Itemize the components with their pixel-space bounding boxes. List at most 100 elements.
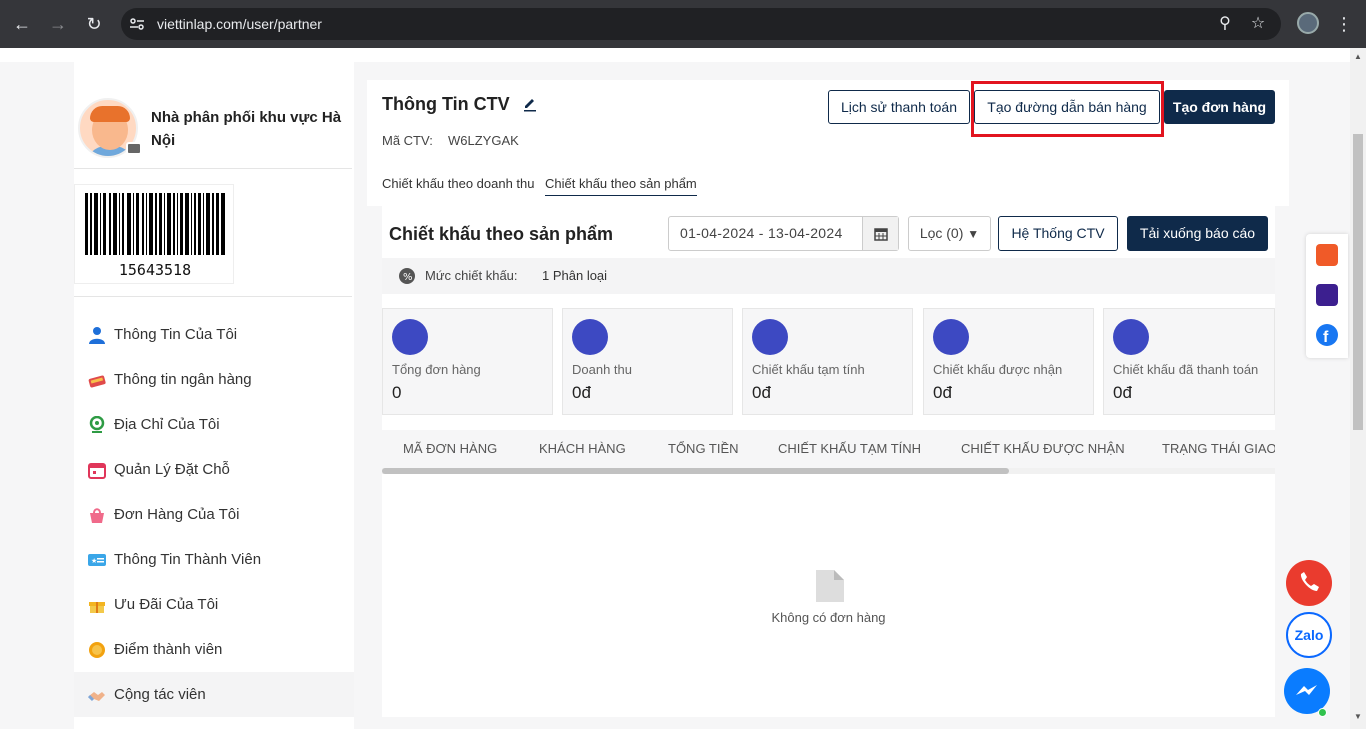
- stat-value: 0: [392, 383, 402, 402]
- member-card-icon: ★: [88, 553, 106, 566]
- phone-icon: [1300, 572, 1319, 591]
- menu-item-my-info[interactable]: Thông Tin Của Tôi: [74, 312, 354, 357]
- edit-pencil-icon[interactable]: [523, 96, 537, 112]
- column-header: TRẠNG THÁI GIAO: [1162, 441, 1275, 456]
- lazada-icon[interactable]: [1316, 284, 1338, 306]
- stat-label: Tổng đơn hàng: [392, 362, 481, 377]
- panel-content: Chiết khấu theo sản phẩm 01-04-2024 - 13…: [382, 206, 1275, 717]
- calendar-icon[interactable]: [862, 217, 898, 250]
- address-bar[interactable]: viettinlap.com/user/partner ⚲ ☆: [121, 8, 1281, 40]
- zalo-button[interactable]: Zalo: [1286, 612, 1332, 658]
- zalo-label: Zalo: [1294, 627, 1324, 643]
- column-header: CHIẾT KHẤU TẠM TÍNH: [778, 441, 922, 456]
- scroll-up-arrow-icon[interactable]: ▲: [1353, 52, 1363, 62]
- stat-total-orders: Tổng đơn hàng 0: [382, 308, 553, 415]
- header-strip: [0, 48, 1350, 62]
- menu-item-label: Thông Tin Thành Viên: [114, 551, 262, 568]
- menu-item-label: Ưu Đãi Của Tôi: [114, 596, 219, 613]
- table-horizontal-scrollbar[interactable]: [382, 468, 1275, 474]
- ctv-code-value: W6LZYGAK: [448, 133, 519, 148]
- menu-item-member-info[interactable]: ★ Thông Tin Thành Viên: [74, 537, 354, 582]
- empty-document-icon: [816, 570, 844, 602]
- back-arrow-icon[interactable]: ←: [10, 12, 34, 36]
- revenue-icon: [572, 319, 608, 355]
- discount-rate-row: % Mức chiết khấu: 1 Phân loại: [382, 258, 1275, 294]
- menu-item-label: Thông tin ngân hàng: [114, 371, 252, 388]
- barcode-card: 15643518: [74, 184, 234, 284]
- profile-avatar[interactable]: [1297, 12, 1319, 34]
- column-header: TỔNG TIỀN: [668, 441, 739, 456]
- tab-revenue-discount[interactable]: Chiết khấu theo doanh thu: [382, 176, 535, 195]
- product-discount-panel: Chiết khấu theo sản phẩm 01-04-2024 - 13…: [367, 206, 1289, 717]
- bookmark-star-icon[interactable]: ☆: [1248, 14, 1268, 34]
- create-order-button[interactable]: Tạo đơn hàng: [1164, 90, 1275, 124]
- discount-rate-value: 1 Phân loại: [542, 268, 608, 283]
- section-title: Chiết khấu theo sản phẩm: [389, 224, 614, 244]
- page-vertical-scrollbar[interactable]: ▲ ▼: [1350, 48, 1366, 729]
- messenger-icon: [1296, 685, 1317, 695]
- menu-item-label: Địa Chỉ Của Tôi: [114, 416, 220, 433]
- box-icon: [392, 319, 428, 355]
- stat-value: 0đ: [933, 383, 952, 402]
- discount-badge-icon: %: [399, 268, 415, 284]
- payment-history-button[interactable]: Lịch sử thanh toán: [828, 90, 970, 124]
- barcode-image: [85, 193, 225, 255]
- menu-item-label: Cộng tác viên: [114, 686, 206, 703]
- divider: [74, 296, 352, 297]
- menu-item-my-orders[interactable]: Đơn Hàng Của Tôi: [74, 492, 354, 537]
- tab-product-discount[interactable]: Chiết khấu theo sản phẩm: [545, 176, 697, 196]
- scroll-down-arrow-icon[interactable]: ▼: [1353, 712, 1363, 722]
- date-range-picker[interactable]: 01-04-2024 - 13-04-2024: [668, 216, 899, 251]
- menu-item-label: Điểm thành viên: [114, 641, 223, 658]
- page: Nhà phân phối khu vực Hà Nội 15643518 Th…: [0, 48, 1350, 729]
- menu-item-label: Đơn Hàng Của Tôi: [114, 506, 240, 523]
- handshake-icon: [88, 691, 105, 701]
- menu-item-my-address[interactable]: Địa Chỉ Của Tôi: [74, 402, 354, 447]
- social-sidebar: f: [1306, 234, 1348, 358]
- coins-stack-icon: [752, 319, 788, 355]
- download-report-button[interactable]: Tải xuống báo cáo: [1127, 216, 1268, 251]
- online-status-dot: [1318, 708, 1327, 717]
- menu-item-reservations[interactable]: Quản Lý Đặt Chỗ: [74, 447, 354, 492]
- cash-icon: [1113, 319, 1149, 355]
- filter-button[interactable]: Lọc (0) ▼: [908, 216, 991, 251]
- stat-revenue: Doanh thu 0đ: [562, 308, 733, 415]
- facebook-icon[interactable]: f: [1316, 324, 1338, 346]
- scrollbar-thumb[interactable]: [1353, 134, 1363, 430]
- page-title: Thông Tin CTV: [382, 94, 510, 114]
- messenger-button[interactable]: [1284, 668, 1330, 717]
- forward-arrow-icon[interactable]: →: [46, 12, 70, 36]
- svg-text:f: f: [1323, 329, 1329, 346]
- reload-icon[interactable]: ↻: [82, 12, 106, 36]
- discount-rate-label: Mức chiết khấu:: [425, 268, 518, 283]
- camera-icon[interactable]: [126, 142, 142, 155]
- scrollbar-thumb[interactable]: [382, 468, 1009, 474]
- ctv-system-button[interactable]: Hệ Thống CTV: [998, 216, 1118, 251]
- stat-paid-discount: Chiết khấu đã thanh toán 0đ: [1103, 308, 1275, 415]
- shopee-icon[interactable]: [1316, 244, 1338, 266]
- filter-label: Lọc (0): [919, 225, 964, 241]
- store-name: Nhà phân phối khu vực Hà Nội: [151, 109, 342, 149]
- menu-item-collaborator[interactable]: Cộng tác viên: [74, 672, 354, 717]
- user-icon: [89, 326, 105, 344]
- sidebar: Nhà phân phối khu vực Hà Nội 15643518 Th…: [74, 62, 354, 729]
- partner-info-card: Thông Tin CTV Mã CTV: W6LZYGAK Lịch sử t…: [367, 80, 1289, 717]
- calendar-icon: [88, 462, 106, 479]
- hand-coin-icon: [933, 319, 969, 355]
- browser-toolbar: ← → ↻ viettinlap.com/user/partner ⚲ ☆ ⋮: [0, 0, 1366, 48]
- divider: [74, 168, 352, 169]
- zoom-icon[interactable]: ⚲: [1215, 14, 1235, 34]
- bank-card-icon: [88, 375, 106, 387]
- site-settings-icon[interactable]: [129, 16, 145, 32]
- phone-call-button[interactable]: [1286, 560, 1332, 606]
- location-pin-icon: [89, 415, 105, 433]
- more-menu-icon[interactable]: ⋮: [1334, 12, 1354, 36]
- menu-item-bank-info[interactable]: Thông tin ngân hàng: [74, 357, 354, 402]
- orders-table-header: MÃ ĐƠN HÀNG KHÁCH HÀNG TỔNG TIỀN CHIẾT K…: [382, 430, 1275, 468]
- stat-label: Chiết khấu tạm tính: [752, 362, 865, 377]
- url-text[interactable]: viettinlap.com/user/partner: [157, 8, 322, 40]
- menu-item-my-offers[interactable]: Ưu Đãi Của Tôi: [74, 582, 354, 627]
- menu-item-label: Thông Tin Của Tôi: [114, 326, 238, 343]
- menu-item-member-points[interactable]: Điểm thành viên: [74, 627, 354, 672]
- avatar-hair: [90, 106, 130, 122]
